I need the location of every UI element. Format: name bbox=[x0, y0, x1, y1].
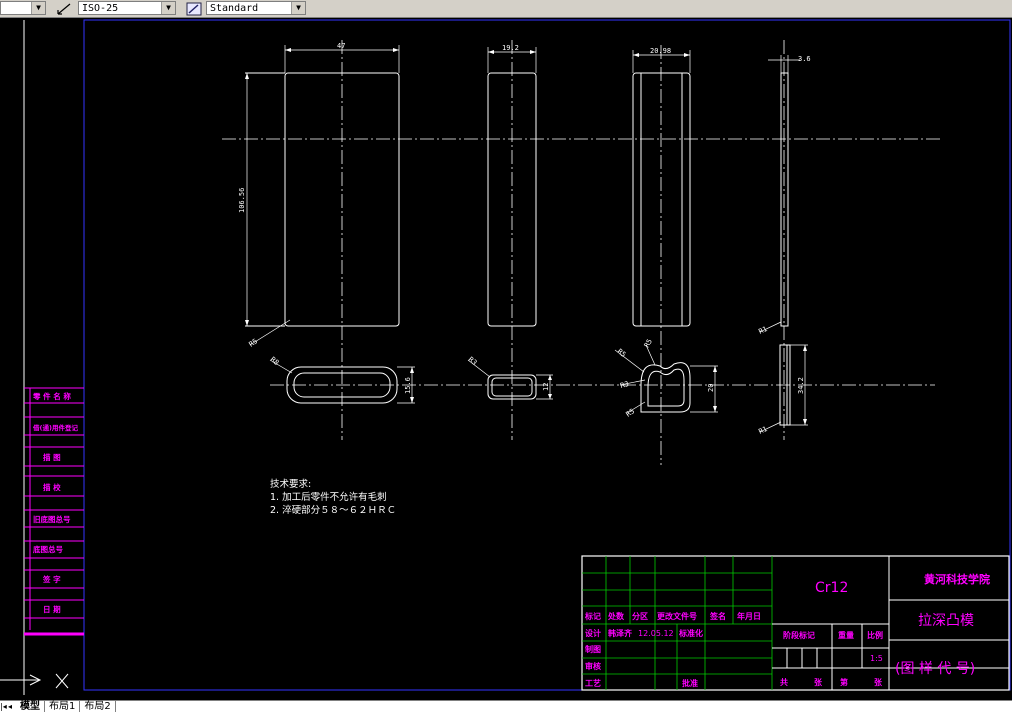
header-nianyueri: 年月日 bbox=[737, 611, 761, 621]
company-text: 黄河科技学院 bbox=[924, 572, 990, 586]
notes-title: 技术要求: bbox=[270, 478, 311, 490]
dim-19-2: 19.2 bbox=[502, 44, 519, 52]
design-date: 12.05.12 bbox=[638, 629, 674, 638]
label-biaozhunhua: 标准化 bbox=[678, 628, 703, 638]
notes-line-1: 1. 加工后零件不允许有毛刺 bbox=[270, 491, 387, 503]
radius-r5-b: R5 bbox=[616, 347, 628, 359]
radius-r5-d: R5 bbox=[625, 407, 637, 418]
dim-20-98: 20.98 bbox=[650, 47, 671, 55]
label-zhitu: 制图 bbox=[585, 644, 601, 654]
dim-3-6: 3.6 bbox=[798, 55, 811, 63]
properties-toolbar: ▼ ISO-25 ▼ Standard ▼ bbox=[0, 0, 1012, 18]
label-sheji: 设计 bbox=[585, 628, 601, 638]
label-bili: 比例 bbox=[867, 630, 883, 640]
radius-r3-b: R3 bbox=[619, 380, 629, 390]
label-gong: 共 bbox=[780, 677, 788, 687]
tab-layout-1[interactable]: 布局1 bbox=[45, 701, 81, 712]
dim-34-2: 34.2 bbox=[797, 377, 805, 394]
dimension-lines bbox=[246, 45, 808, 433]
dimension-arrows bbox=[245, 48, 807, 425]
radius-r1-a: R1 bbox=[757, 325, 768, 336]
designer-name: 韩泽齐 bbox=[608, 628, 633, 638]
ucs-icon bbox=[0, 672, 69, 689]
scale-text: 1:5 bbox=[870, 654, 883, 663]
label-zhongliang: 重量 bbox=[838, 630, 854, 640]
label-di: 第 bbox=[840, 677, 848, 687]
radius-r3-a: R3 bbox=[467, 355, 479, 367]
side-label-3: 描 校 bbox=[43, 482, 61, 492]
layer-dropdown[interactable]: ▼ bbox=[0, 1, 46, 15]
dim-47: 47 bbox=[337, 42, 345, 50]
layout-tab-bar: |◂◂ 模型 布局1 布局2 bbox=[0, 700, 1012, 712]
centerlines bbox=[222, 40, 940, 465]
side-label-4: 旧底图总号 bbox=[33, 514, 71, 524]
side-label-5: 底图总号 bbox=[33, 544, 63, 554]
notes-line-2: 2. 淬硬部分５８～６２ＨＲＣ bbox=[270, 504, 396, 516]
drawing-canvas[interactable]: 47 19.2 20.98 3.6 106.56 15.6 12 20 34.2… bbox=[0, 18, 1012, 700]
label-gongyi: 工艺 bbox=[585, 678, 601, 688]
dimension-style-icon[interactable] bbox=[56, 1, 72, 15]
chevron-down-icon: ▼ bbox=[31, 2, 45, 14]
header-gengai: 更改文件号 bbox=[657, 611, 697, 621]
dimension-style-value: ISO-25 bbox=[82, 3, 119, 14]
dim-20: 20 bbox=[707, 384, 715, 392]
radius-r1-b: R1 bbox=[757, 425, 768, 436]
part-outlines bbox=[245, 72, 791, 426]
material-text: Cr12 bbox=[815, 580, 848, 596]
text-style-value: Standard bbox=[210, 3, 259, 14]
technical-notes: 技术要求: 1. 加工后零件不允许有毛刺 2. 淬硬部分５８～６２ＨＲＣ bbox=[270, 478, 396, 516]
side-label-6: 签 字 bbox=[42, 574, 61, 584]
dim-15-6: 15.6 bbox=[404, 377, 412, 394]
dimension-texts: 47 19.2 20.98 3.6 106.56 15.6 12 20 34.2… bbox=[238, 42, 811, 436]
header-qianming: 签名 bbox=[709, 611, 726, 621]
dim-12: 12 bbox=[542, 383, 550, 391]
chevron-down-icon: ▼ bbox=[291, 2, 305, 14]
side-label-0: 零 件 名 称 bbox=[32, 391, 71, 401]
header-chushu: 处数 bbox=[607, 611, 625, 621]
radius-r5-a: R5 bbox=[248, 337, 260, 348]
first-tab-arrow-icon[interactable]: |◂ bbox=[0, 701, 8, 712]
text-style-icon[interactable] bbox=[186, 1, 202, 16]
title-block: Cr12 黄河科技学院 拉深凸模 (图 样 代 号) 1:5 标记 处数 分区 … bbox=[581, 555, 1010, 691]
dim-106-56: 106.56 bbox=[238, 188, 246, 213]
side-label-1: 借(通)用件登记 bbox=[32, 423, 78, 432]
drawing-code-text: (图 样 代 号) bbox=[895, 661, 975, 677]
tab-layout-2[interactable]: 布局2 bbox=[80, 701, 116, 712]
part-name-text: 拉深凸模 bbox=[918, 613, 974, 629]
side-label-7: 日 期 bbox=[43, 604, 61, 614]
prev-tab-arrow-icon[interactable]: ◂ bbox=[8, 701, 16, 712]
radius-r5-c: R5 bbox=[643, 338, 654, 349]
label-jieduan: 阶段标记 bbox=[783, 630, 815, 640]
label-shenhe: 审核 bbox=[585, 661, 601, 671]
header-fenqu: 分区 bbox=[632, 611, 648, 621]
side-label-table: 零 件 名 称 借(通)用件登记 描 图 描 校 旧底图总号 底图总号 签 字 … bbox=[24, 387, 84, 636]
label-pizhun: 批准 bbox=[682, 678, 698, 688]
side-label-2: 描 图 bbox=[43, 452, 61, 462]
tab-model[interactable]: 模型 bbox=[16, 701, 45, 712]
label-zhang-1: 张 bbox=[814, 678, 823, 687]
label-zhang-2: 张 bbox=[874, 678, 883, 687]
inner-frame bbox=[83, 19, 1011, 691]
dimension-style-dropdown[interactable]: ISO-25 ▼ bbox=[78, 1, 176, 15]
chevron-down-icon: ▼ bbox=[161, 2, 175, 14]
text-style-dropdown[interactable]: Standard ▼ bbox=[206, 1, 306, 15]
header-biaoji: 标记 bbox=[584, 611, 601, 621]
